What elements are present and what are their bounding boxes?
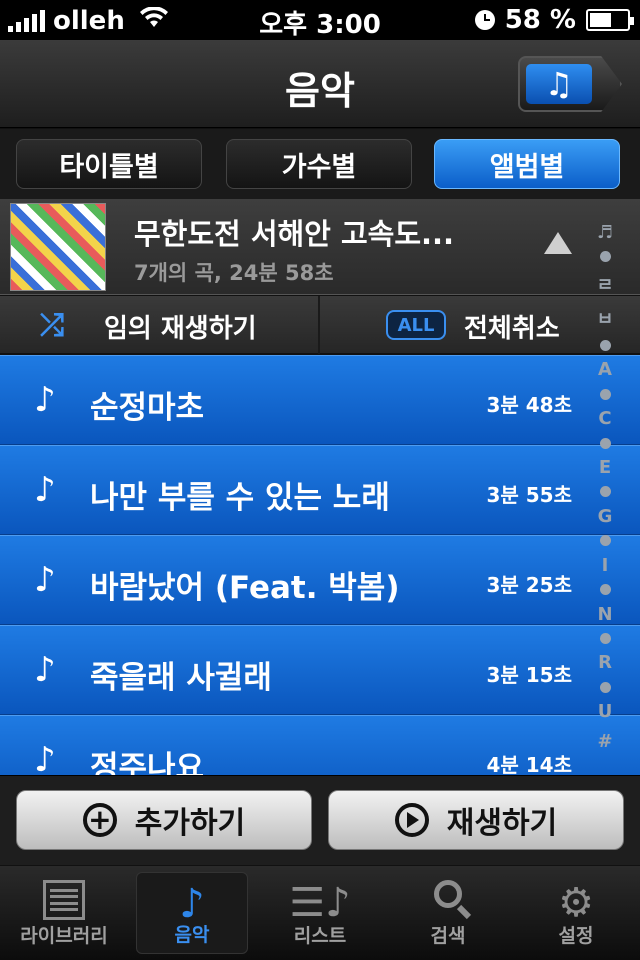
index-dot — [599, 486, 611, 498]
index-letter[interactable]: C — [598, 408, 611, 429]
status-right: 58 % — [474, 5, 634, 35]
music-note-icon: ♪ — [179, 881, 205, 927]
music-note-icon: ♪ — [34, 560, 56, 600]
deselect-all-button[interactable]: 전체취소 — [464, 308, 560, 345]
index-letter[interactable]: ㄹ — [597, 271, 614, 297]
song-duration: 3분 48초 — [486, 393, 572, 417]
list-item[interactable]: ♪ 순정마초 3분 48초 — [0, 355, 640, 445]
battery-percent: 58 % — [504, 5, 576, 35]
music-note-icon: ♪ — [34, 740, 56, 775]
now-playing-button[interactable]: ♫ — [518, 56, 622, 112]
shuffle-play-button[interactable]: 임의 재생하기 — [104, 308, 257, 345]
index-dot — [599, 681, 611, 693]
song-title: 순정마초 — [90, 390, 205, 426]
index-dot — [599, 339, 611, 351]
shuffle-icon[interactable]: ⤮ — [40, 308, 64, 343]
gear-icon: ⚙ — [558, 880, 594, 926]
add-button[interactable]: + 추가하기 — [16, 790, 312, 850]
index-dot — [599, 388, 611, 400]
tab-label: 검색 — [430, 925, 466, 947]
tab-by-title[interactable]: 타이틀별 — [16, 139, 202, 189]
index-letter[interactable]: N — [597, 604, 612, 625]
tab-bar: 라이브러리 ♪ 음악 ☰♪ 리스트 검색 ⚙ 설정 — [0, 866, 640, 960]
list-item[interactable]: ♪ 나만 부를 수 있는 노래 3분 55초 — [0, 445, 640, 535]
music-note-icon: ♪ — [34, 380, 56, 420]
song-title: 정주나요 — [90, 750, 205, 775]
tab-search[interactable]: 검색 — [392, 872, 504, 954]
index-letter[interactable]: E — [599, 457, 611, 478]
index-letter[interactable]: ㅂ — [597, 305, 614, 331]
song-duration: 3분 15초 — [486, 663, 572, 687]
add-circle-icon: + — [82, 803, 117, 837]
alarm-clock-icon — [474, 10, 495, 30]
play-button-label: 재생하기 — [446, 806, 558, 841]
tab-by-album[interactable]: 앨범별 — [434, 139, 620, 189]
song-list[interactable]: ♪ 순정마초 3분 48초 ♪ 나만 부를 수 있는 노래 3분 55초 ♪ 바… — [0, 355, 640, 775]
album-title: 무한도전 서해안 고속도... — [134, 217, 455, 251]
tab-by-artist[interactable]: 가수별 — [226, 139, 412, 189]
tab-label: 라이브러리 — [20, 925, 108, 947]
index-music-icon[interactable]: ♬ — [597, 222, 613, 243]
index-letter[interactable]: R — [598, 652, 612, 673]
index-dot — [599, 535, 611, 547]
index-dot — [599, 437, 611, 449]
index-letter[interactable]: U — [598, 701, 613, 722]
search-icon — [392, 880, 504, 908]
song-title: 죽을래 사귈래 — [90, 660, 272, 696]
song-duration: 4분 14초 — [486, 753, 572, 775]
bottom-action-bar: + 추가하기 재생하기 — [0, 775, 640, 865]
collapse-arrow-icon[interactable] — [544, 232, 572, 254]
music-note-icon: ♫ — [526, 64, 592, 104]
album-meta: 7개의 곡, 24분 58초 — [134, 261, 334, 285]
list-item[interactable]: ♪ 바람났어 (Feat. 박봄) 3분 25초 — [0, 535, 640, 625]
library-icon — [8, 880, 120, 920]
tab-playlist[interactable]: ☰♪ 리스트 — [264, 872, 376, 954]
tab-library[interactable]: 라이브러리 — [8, 872, 120, 954]
song-duration: 3분 25초 — [486, 573, 572, 597]
action-bar: ⤮ 임의 재생하기 ALL 전체취소 — [0, 296, 640, 354]
section-index-bar[interactable]: ♬ ㄹ ㅂ A C E G I N R U # — [590, 222, 620, 752]
index-dot — [599, 633, 611, 644]
music-note-icon: ♪ — [34, 470, 56, 510]
music-note-icon: ♪ — [34, 650, 56, 690]
list-item[interactable]: ♪ 정주나요 4분 14초 — [0, 715, 640, 775]
song-duration: 3분 55초 — [486, 483, 572, 507]
list-item[interactable]: ♪ 죽을래 사귈래 3분 15초 — [0, 625, 640, 715]
index-letter[interactable]: # — [597, 731, 612, 752]
all-icon[interactable]: ALL — [386, 310, 446, 340]
battery-icon — [586, 9, 634, 31]
divider — [318, 296, 320, 354]
album-cover — [10, 203, 106, 291]
segmented-control: 타이틀별 가수별 앨범별 — [0, 129, 640, 199]
status-bar: olleh 오후 3:00 58 % — [0, 0, 640, 40]
play-circle-icon — [394, 803, 429, 837]
index-dot — [599, 584, 611, 596]
song-title: 나만 부를 수 있는 노래 — [90, 480, 390, 516]
playlist-icon: ☰♪ — [289, 880, 351, 926]
nav-bar: 음악 ♫ — [0, 40, 640, 128]
song-title: 바람났어 (Feat. 박봄) — [90, 570, 400, 606]
index-letter[interactable]: A — [598, 359, 612, 380]
add-button-label: 추가하기 — [134, 806, 246, 841]
tab-settings[interactable]: ⚙ 설정 — [520, 872, 632, 954]
index-dot — [599, 251, 611, 263]
tab-music[interactable]: ♪ 음악 — [136, 872, 248, 954]
play-button[interactable]: 재생하기 — [328, 790, 624, 850]
index-letter[interactable]: G — [598, 506, 613, 527]
index-letter[interactable]: I — [602, 555, 609, 576]
